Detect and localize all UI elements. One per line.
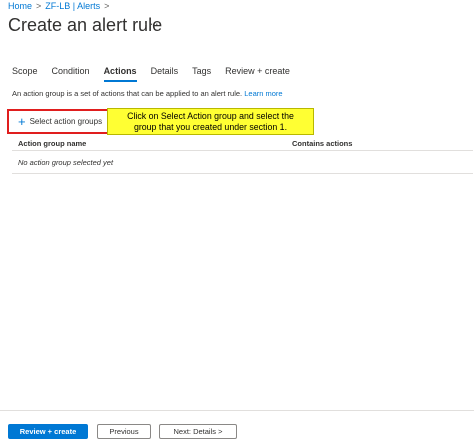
breadcrumb-separator: >	[104, 1, 110, 11]
plus-icon: +	[18, 114, 26, 129]
column-header-action-group-name: Action group name	[18, 138, 87, 148]
breadcrumb-separator: >	[36, 1, 42, 11]
footer-divider	[0, 410, 474, 411]
column-header-contains-actions: Contains actions	[292, 138, 353, 148]
tab-review-create[interactable]: Review + create	[225, 66, 290, 82]
callout-line-1: Click on Select Action group and select …	[127, 111, 294, 121]
instruction-callout: Click on Select Action group and select …	[107, 108, 314, 135]
next-details-button[interactable]: Next: Details >	[159, 424, 237, 439]
action-groups-table: Action group name Contains actions No ac…	[12, 136, 473, 174]
action-group-description: An action group is a set of actions that…	[12, 89, 283, 98]
tab-condition[interactable]: Condition	[52, 66, 90, 82]
tab-details[interactable]: Details	[151, 66, 179, 82]
breadcrumb-alerts-link[interactable]: ZF-LB | Alerts	[45, 1, 100, 11]
select-action-groups-button[interactable]: + Select action groups	[7, 109, 113, 134]
page-title: Create an alert rule	[8, 15, 163, 35]
table-empty-row: No action group selected yet	[12, 151, 473, 174]
more-options-icon[interactable]: ···	[144, 16, 160, 31]
learn-more-link[interactable]: Learn more	[244, 89, 282, 98]
breadcrumb: Home > ZF-LB | Alerts >	[8, 1, 113, 11]
description-text: An action group is a set of actions that…	[12, 89, 243, 98]
tab-tags[interactable]: Tags	[192, 66, 211, 82]
tab-scope[interactable]: Scope	[12, 66, 38, 82]
table-header: Action group name Contains actions	[12, 136, 473, 151]
callout-line-2: group that you created under section 1.	[133, 122, 288, 132]
review-create-button[interactable]: Review + create	[8, 424, 88, 439]
select-action-groups-label: Select action groups	[29, 117, 103, 126]
empty-state-text: No action group selected yet	[18, 157, 114, 167]
breadcrumb-home-link[interactable]: Home	[8, 1, 32, 11]
previous-button[interactable]: Previous	[97, 424, 151, 439]
tab-bar: Scope Condition Actions Details Tags Rev…	[12, 66, 304, 82]
tab-actions[interactable]: Actions	[103, 66, 137, 82]
